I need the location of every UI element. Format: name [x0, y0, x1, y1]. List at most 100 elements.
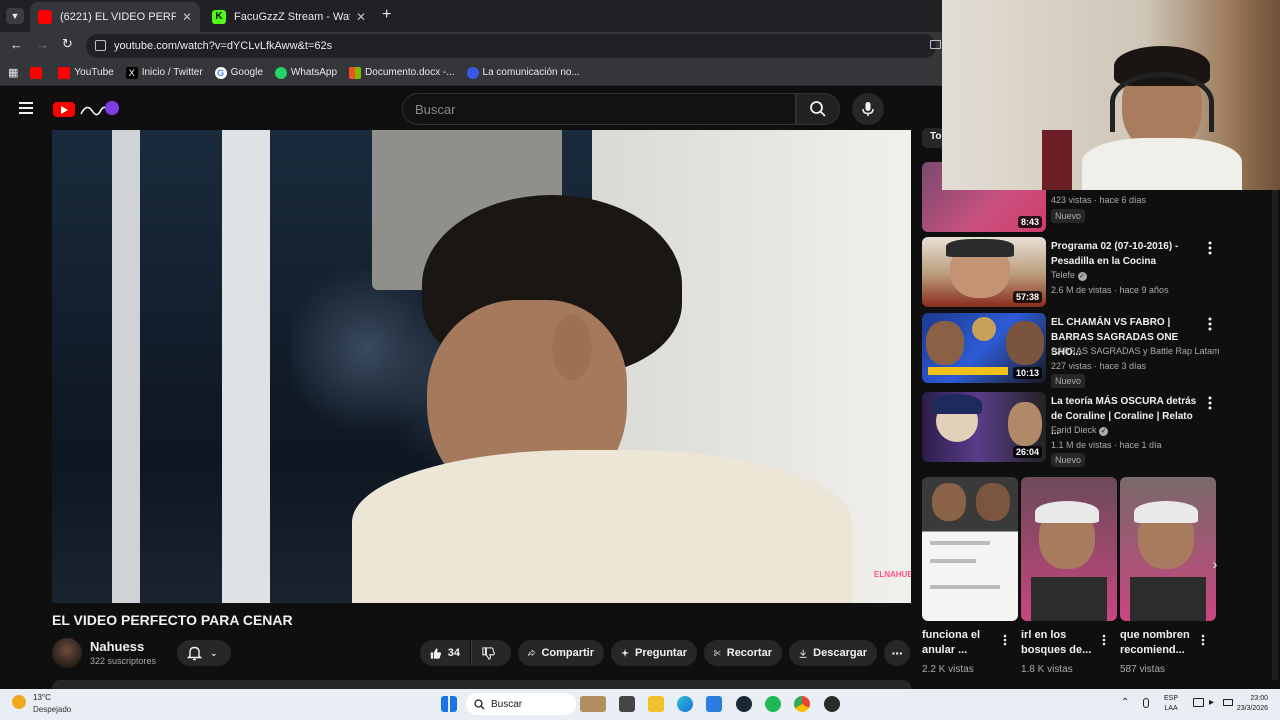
video-title: EL VIDEO PERFECTO PARA CENAR	[52, 612, 293, 628]
windows-start-icon[interactable]	[441, 696, 457, 712]
webcam-chair	[1042, 130, 1072, 190]
volume-icon[interactable]: ▸	[1209, 697, 1214, 708]
moon-icon	[12, 695, 26, 709]
ask-button[interactable]: Preguntar	[611, 640, 697, 666]
forward-icon[interactable]: →	[36, 37, 49, 52]
video-frame-ear	[552, 315, 592, 380]
more-vertical-icon[interactable]	[1206, 396, 1214, 410]
bookmark-wordpress[interactable]: La comunicación no...	[466, 66, 580, 79]
tab-title: FacuGzzZ Stream - Watch Live on Kick	[234, 11, 350, 23]
share-button[interactable]: Compartir	[518, 640, 604, 666]
close-icon[interactable]: ✕	[356, 10, 366, 24]
new-badge: Nuevo	[1051, 453, 1086, 467]
site-info-icon[interactable]	[95, 40, 106, 51]
video-meta: 423 vistas · hace 6 días	[1051, 195, 1147, 205]
recommendation-item[interactable]: 10:13 EL CHAMÁN VS FABRO | BARRAS SAGRAD…	[922, 313, 1272, 388]
voice-search-button[interactable]	[852, 93, 884, 125]
spotify-icon[interactable]	[765, 696, 781, 712]
bookmark-whatsapp[interactable]: WhatsApp	[274, 66, 337, 79]
network-icon[interactable]	[1193, 698, 1204, 707]
youtube-icon	[30, 66, 43, 79]
video-duration: 10:13	[1012, 367, 1042, 379]
reload-icon[interactable]: ↻	[62, 36, 73, 52]
back-icon[interactable]: ←	[10, 37, 23, 52]
tray-chevron-icon[interactable]: ⌃	[1121, 697, 1129, 708]
close-icon[interactable]: ✕	[182, 10, 192, 24]
file-explorer-icon[interactable]	[648, 696, 664, 712]
menu-icon[interactable]	[19, 102, 33, 114]
bookmark-twitter[interactable]: X Inicio / Twitter	[125, 66, 203, 79]
steam-icon[interactable]	[736, 696, 752, 712]
tab-youtube-video[interactable]: (6221) EL VIDEO PERFECTO PARA CENAR ✕	[30, 2, 200, 32]
search-button[interactable]	[796, 93, 840, 125]
webcam-person-body	[1082, 138, 1242, 190]
channel-name[interactable]: Nahuess	[90, 639, 144, 654]
video-thumbnail[interactable]: 26:04	[922, 392, 1046, 462]
video-thumbnail[interactable]: 57:38	[922, 237, 1046, 307]
like-button[interactable]: 34	[420, 640, 470, 666]
short-title[interactable]: irl en los bosques de...	[1021, 628, 1101, 658]
short-thumbnail[interactable]	[922, 477, 1018, 621]
search-input[interactable]: Buscar	[402, 93, 796, 125]
taskbar-search[interactable]: Buscar	[466, 693, 576, 715]
webcam-overlay	[942, 0, 1280, 190]
more-vertical-icon[interactable]	[1200, 634, 1206, 646]
video-meta: 2.6 M de vistas · hace 9 años	[1051, 285, 1169, 295]
youtube-logo[interactable]	[53, 100, 119, 120]
scissors-icon	[714, 650, 721, 656]
short-thumbnail[interactable]	[1120, 477, 1216, 621]
video-duration: 26:04	[1012, 446, 1042, 458]
like-count: 34	[447, 647, 460, 659]
short-thumbnail[interactable]	[1021, 477, 1117, 621]
more-vertical-icon[interactable]	[1101, 634, 1107, 646]
bookmark-google[interactable]: G Google	[214, 66, 263, 79]
dislike-button[interactable]	[471, 640, 511, 666]
description-box[interactable]	[52, 680, 911, 689]
filter-chip[interactable]: To	[922, 128, 944, 148]
video-meta: 1.1 M de vistas · hace 1 día	[1051, 440, 1162, 450]
address-bar[interactable]: youtube.com/watch?v=dYCLvLfkAww&t=62s	[86, 34, 936, 58]
more-vertical-icon[interactable]	[1206, 241, 1214, 255]
shorts-next-button[interactable]: ›	[1204, 552, 1226, 576]
more-horizontal-icon: ···	[891, 645, 904, 661]
channel-avatar[interactable]	[52, 638, 82, 668]
cast-icon[interactable]	[930, 40, 941, 49]
chevron-down-icon: ⌄	[210, 647, 218, 658]
language-indicator[interactable]: ESP LAA	[1164, 694, 1178, 714]
channel-name: Telefe ✓	[1051, 270, 1087, 281]
bookmark-document[interactable]: Documento.docx -...	[349, 66, 455, 79]
video-frame-window-frame	[222, 130, 270, 603]
microphone-tray-icon[interactable]	[1143, 698, 1149, 708]
chrome-icon[interactable]	[794, 696, 810, 712]
bookmark-youtube-icon-only[interactable]	[30, 66, 46, 79]
video-player[interactable]: ELNAHUESS	[52, 130, 911, 603]
bookmark-youtube[interactable]: YouTube	[58, 66, 114, 79]
tab-kick-stream[interactable]: K FacuGzzZ Stream - Watch Live on Kick ✕	[204, 2, 374, 32]
notifications-button[interactable]: ⌄	[177, 640, 231, 666]
sidebar-scrollbar[interactable]	[1272, 190, 1278, 680]
more-actions-button[interactable]: ···	[884, 640, 910, 666]
google-icon: G	[214, 66, 227, 79]
video-duration: 57:38	[1012, 291, 1042, 303]
microphone-icon	[862, 102, 874, 116]
apps-icon[interactable]: ▦	[8, 66, 18, 79]
short-title[interactable]: que nombren recomiend...	[1120, 628, 1200, 658]
short-title[interactable]: funciona el anular ...	[922, 628, 1002, 658]
more-vertical-icon[interactable]	[1206, 317, 1214, 331]
video-thumbnail[interactable]: 10:13	[922, 313, 1046, 383]
recommendation-item[interactable]: 57:38 Programa 02 (07-10-2016) - Pesadil…	[922, 237, 1272, 307]
task-view-icon[interactable]	[619, 696, 635, 712]
more-vertical-icon[interactable]	[1002, 634, 1008, 646]
new-badge: Nuevo	[1051, 209, 1086, 223]
weather-widget[interactable]: 13°C Despejado	[12, 693, 92, 717]
download-button[interactable]: Descargar	[789, 640, 877, 666]
edge-icon[interactable]	[677, 696, 693, 712]
recommendation-item[interactable]: 26:04 La teoría MÁS OSCURA detrás de Cor…	[922, 392, 1272, 467]
widget-icon[interactable]	[580, 696, 606, 712]
clock[interactable]: 23:00 23/3/2026	[1230, 694, 1268, 714]
tab-list-dropdown-icon[interactable]: ▼	[6, 8, 24, 24]
clip-button[interactable]: Recortar	[704, 640, 782, 666]
store-icon[interactable]	[706, 696, 722, 712]
new-tab-button[interactable]: +	[382, 6, 391, 24]
obs-icon[interactable]	[824, 696, 840, 712]
